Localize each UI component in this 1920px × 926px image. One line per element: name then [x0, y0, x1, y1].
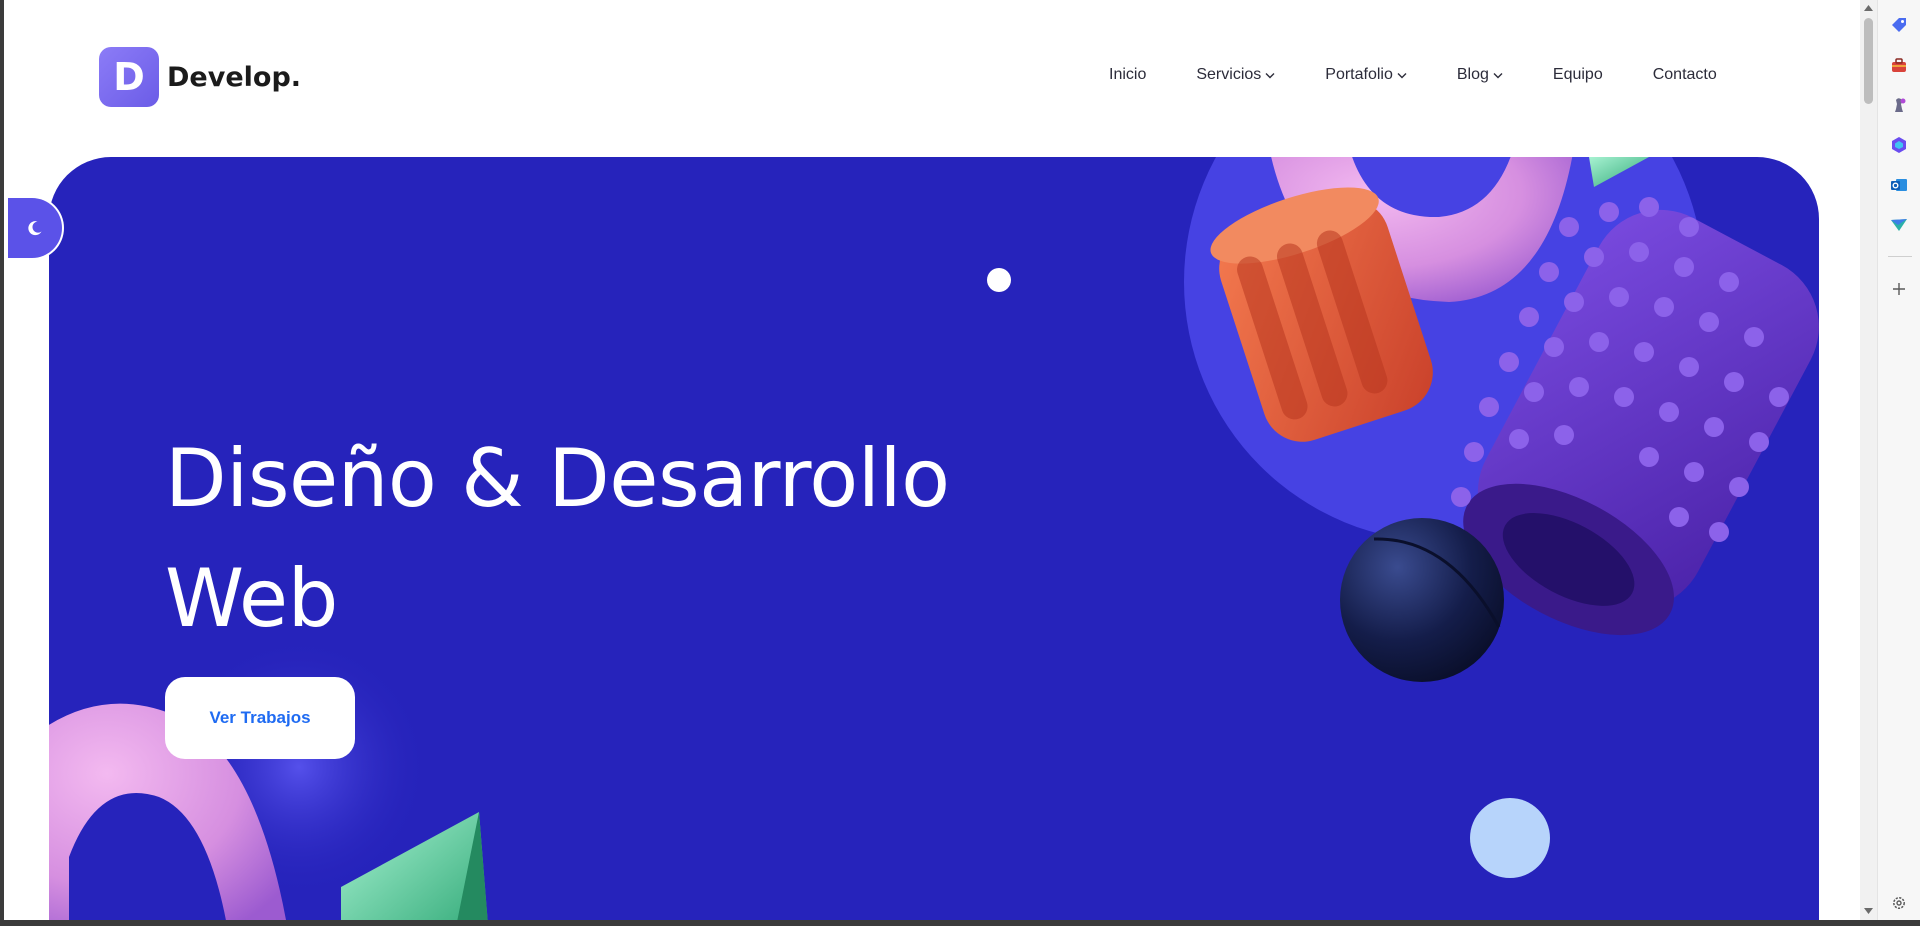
- nav-item-label: Portafolio: [1325, 66, 1393, 83]
- site-logo[interactable]: D Develop.: [99, 47, 301, 107]
- moon-icon: [28, 221, 42, 236]
- hero-title-line1: Diseño & Desarrollo: [165, 432, 950, 525]
- add-icon[interactable]: [1888, 278, 1910, 300]
- browser-sidebar: [1877, 0, 1920, 920]
- scrollbar-thumb[interactable]: [1864, 18, 1873, 104]
- nav-item-label: Blog: [1456, 66, 1489, 83]
- nav-item-label: Contacto: [1652, 66, 1717, 83]
- copilot-icon[interactable]: [1888, 134, 1910, 156]
- scroll-down-arrow-icon[interactable]: [1860, 905, 1877, 917]
- page-scrollbar[interactable]: [1860, 0, 1877, 920]
- main-navigation: Inicio Servicios Portafolio Blog Equipo …: [1109, 66, 1717, 84]
- nav-item-inicio[interactable]: Inicio: [1109, 66, 1146, 84]
- outlook-icon[interactable]: [1888, 174, 1910, 196]
- sidebar-divider: [1888, 256, 1912, 257]
- ver-trabajos-button[interactable]: Ver Trabajos: [165, 677, 355, 759]
- light-blue-circle: [1470, 798, 1550, 878]
- hero-title: Diseño & Desarrollo Web: [165, 419, 950, 659]
- logo-mark: D: [99, 47, 159, 107]
- send-icon[interactable]: [1888, 214, 1910, 236]
- window-bottom-edge: [0, 920, 1920, 926]
- hero-section: Diseño & Desarrollo Web Ver Trabajos: [49, 157, 1819, 920]
- chevron-down-icon: [1493, 66, 1503, 84]
- toolbox-icon[interactable]: [1888, 54, 1910, 76]
- scroll-up-arrow-icon[interactable]: [1860, 2, 1877, 14]
- nav-item-equipo[interactable]: Equipo: [1553, 66, 1603, 84]
- tag-icon[interactable]: [1888, 14, 1910, 36]
- nav-item-label: Inicio: [1109, 66, 1147, 83]
- logo-text: Develop.: [167, 61, 302, 93]
- web-page: D Develop. Inicio Servicios Portafolio B…: [4, 0, 1860, 920]
- nav-item-servicios[interactable]: Servicios: [1196, 66, 1275, 84]
- nav-item-label: Servicios: [1196, 66, 1262, 83]
- nav-item-blog[interactable]: Blog: [1457, 66, 1503, 84]
- nav-item-portafolio[interactable]: Portafolio: [1325, 66, 1407, 84]
- chess-icon[interactable]: [1888, 94, 1910, 116]
- nav-item-contacto[interactable]: Contacto: [1653, 66, 1717, 84]
- chevron-down-icon: [1265, 66, 1275, 84]
- chevron-down-icon: [1397, 66, 1407, 84]
- hero-title-line2: Web: [165, 552, 338, 645]
- browser-viewport: D Develop. Inicio Servicios Portafolio B…: [0, 0, 1920, 926]
- white-dot: [987, 268, 1011, 292]
- navy-sphere: [1340, 518, 1504, 682]
- settings-icon[interactable]: [1888, 892, 1910, 914]
- nav-item-label: Equipo: [1552, 66, 1603, 83]
